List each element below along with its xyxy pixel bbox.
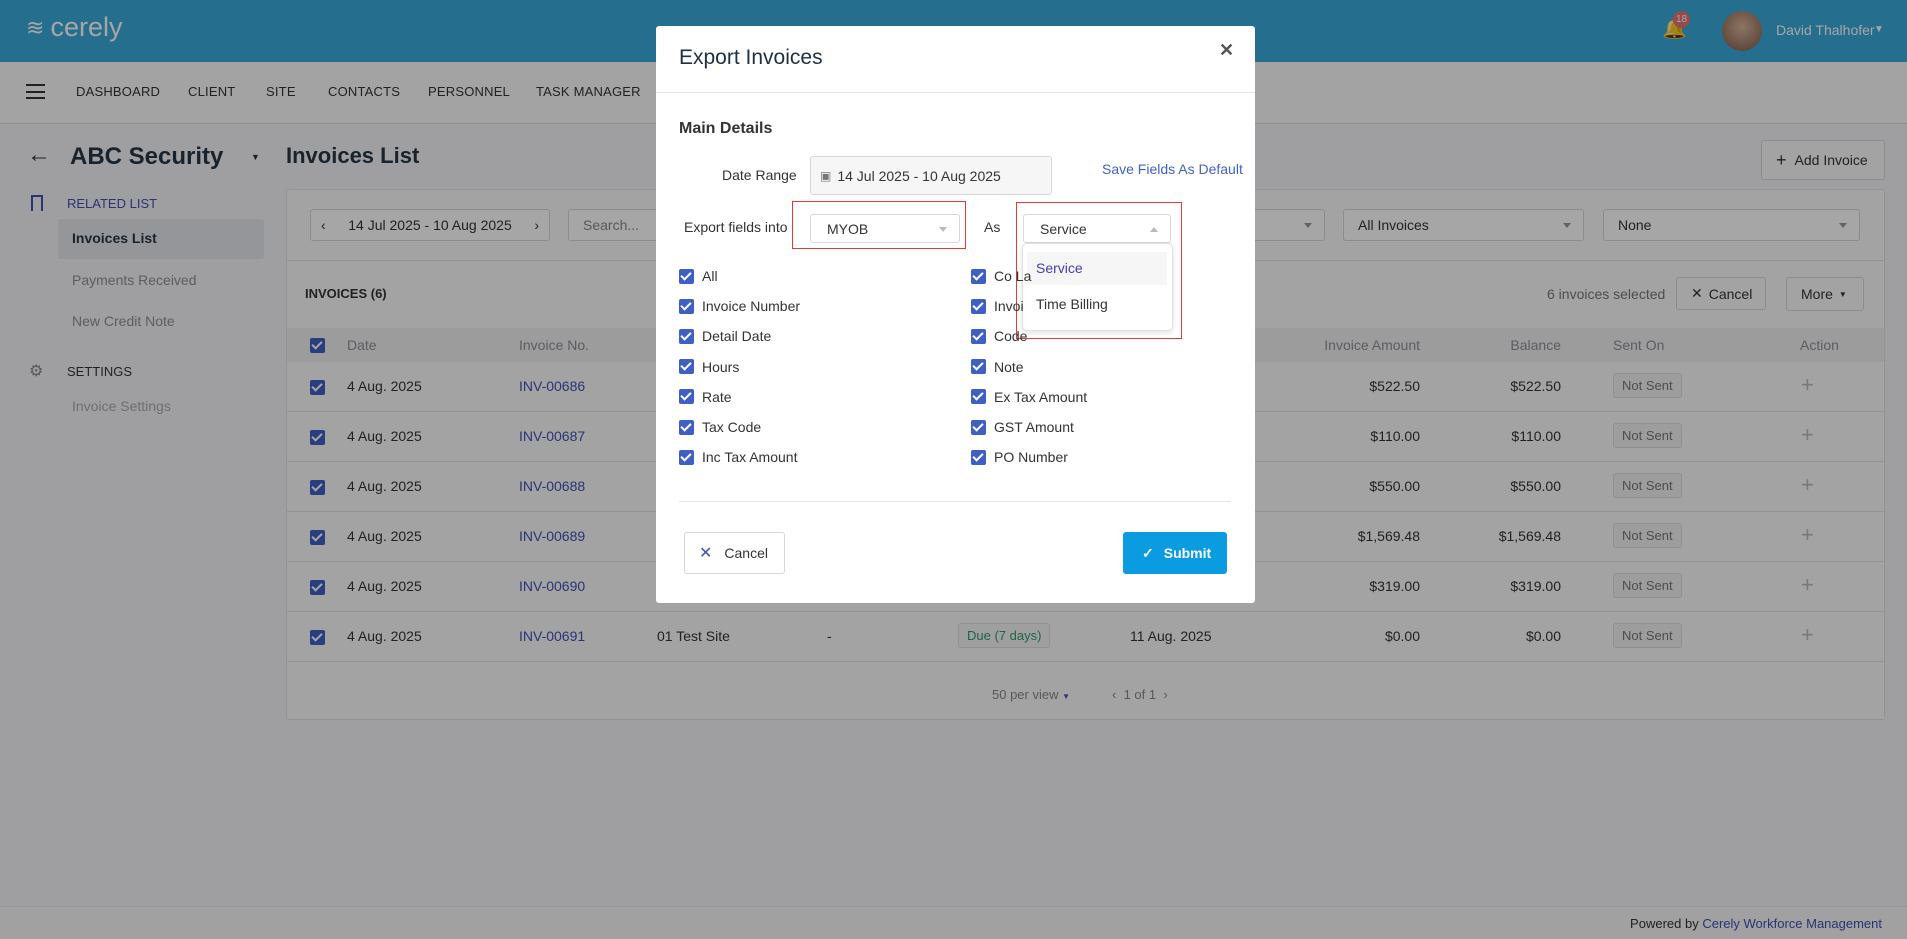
export-field-checkbox[interactable]: Invoi (971, 298, 1024, 314)
export-field-checkbox[interactable]: Co La (971, 268, 1031, 284)
export-field-checkbox[interactable]: Hours (679, 359, 739, 375)
section-heading: Main Details (679, 120, 773, 137)
checkbox-checked-icon (679, 449, 694, 465)
export-fields-label: Export fields into (684, 219, 788, 235)
checkbox-checked-icon (679, 359, 694, 375)
export-field-checkbox[interactable]: Inc Tax Amount (679, 449, 797, 465)
checkbox-checked-icon (679, 389, 694, 405)
checkbox-checked-icon (679, 328, 694, 344)
export-field-checkbox[interactable]: Ex Tax Amount (971, 389, 1087, 405)
as-label: As (984, 219, 1001, 235)
export-field-checkbox[interactable]: Invoice Number (679, 298, 800, 314)
close-icon: ✕ (699, 545, 713, 562)
export-field-checkbox[interactable]: Rate (679, 389, 732, 405)
checkbox-checked-icon (971, 359, 986, 375)
export-type-dropdown-menu: Service Time Billing (1022, 243, 1173, 331)
option-service[interactable]: Service (1027, 252, 1167, 285)
checkbox-checked-icon (971, 268, 986, 284)
export-invoices-modal: Export Invoices ✕ Main Details Date Rang… (656, 26, 1255, 603)
divider (679, 501, 1231, 502)
save-fields-default-link[interactable]: Save Fields As Default (1102, 161, 1243, 177)
export-field-checkbox[interactable]: All (679, 268, 718, 284)
modal-title: Export Invoices (679, 46, 823, 69)
export-field-checkbox[interactable]: GST Amount (971, 419, 1074, 435)
export-field-checkbox[interactable]: Code (971, 328, 1027, 344)
checkbox-checked-icon (971, 298, 986, 314)
cancel-button[interactable]: ✕ Cancel (684, 532, 785, 574)
divider (656, 92, 1255, 93)
checkbox-checked-icon (971, 419, 986, 435)
date-range-input[interactable]: ▣ 14 Jul 2025 - 10 Aug 2025 (810, 156, 1052, 195)
export-format-select[interactable]: MYOB (810, 214, 960, 243)
option-time-billing[interactable]: Time Billing (1027, 288, 1167, 321)
date-range-label: Date Range (722, 167, 797, 183)
checkbox-checked-icon (971, 389, 986, 405)
export-field-checkbox[interactable]: Tax Code (679, 419, 761, 435)
checkbox-checked-icon (971, 449, 986, 465)
export-type-select[interactable]: Service (1023, 214, 1171, 243)
checkbox-checked-icon (971, 328, 986, 344)
submit-button[interactable]: ✓ Submit (1123, 532, 1227, 574)
export-field-checkbox[interactable]: PO Number (971, 449, 1068, 465)
export-field-checkbox[interactable]: Note (971, 359, 1024, 375)
export-field-checkbox[interactable]: Detail Date (679, 328, 771, 344)
checkbox-checked-icon (679, 268, 694, 284)
checkbox-checked-icon (679, 419, 694, 435)
checkbox-checked-icon (679, 298, 694, 314)
check-icon: ✓ (1142, 544, 1154, 561)
close-icon[interactable]: ✕ (1219, 40, 1234, 61)
calendar-icon: ▣ (820, 168, 832, 183)
